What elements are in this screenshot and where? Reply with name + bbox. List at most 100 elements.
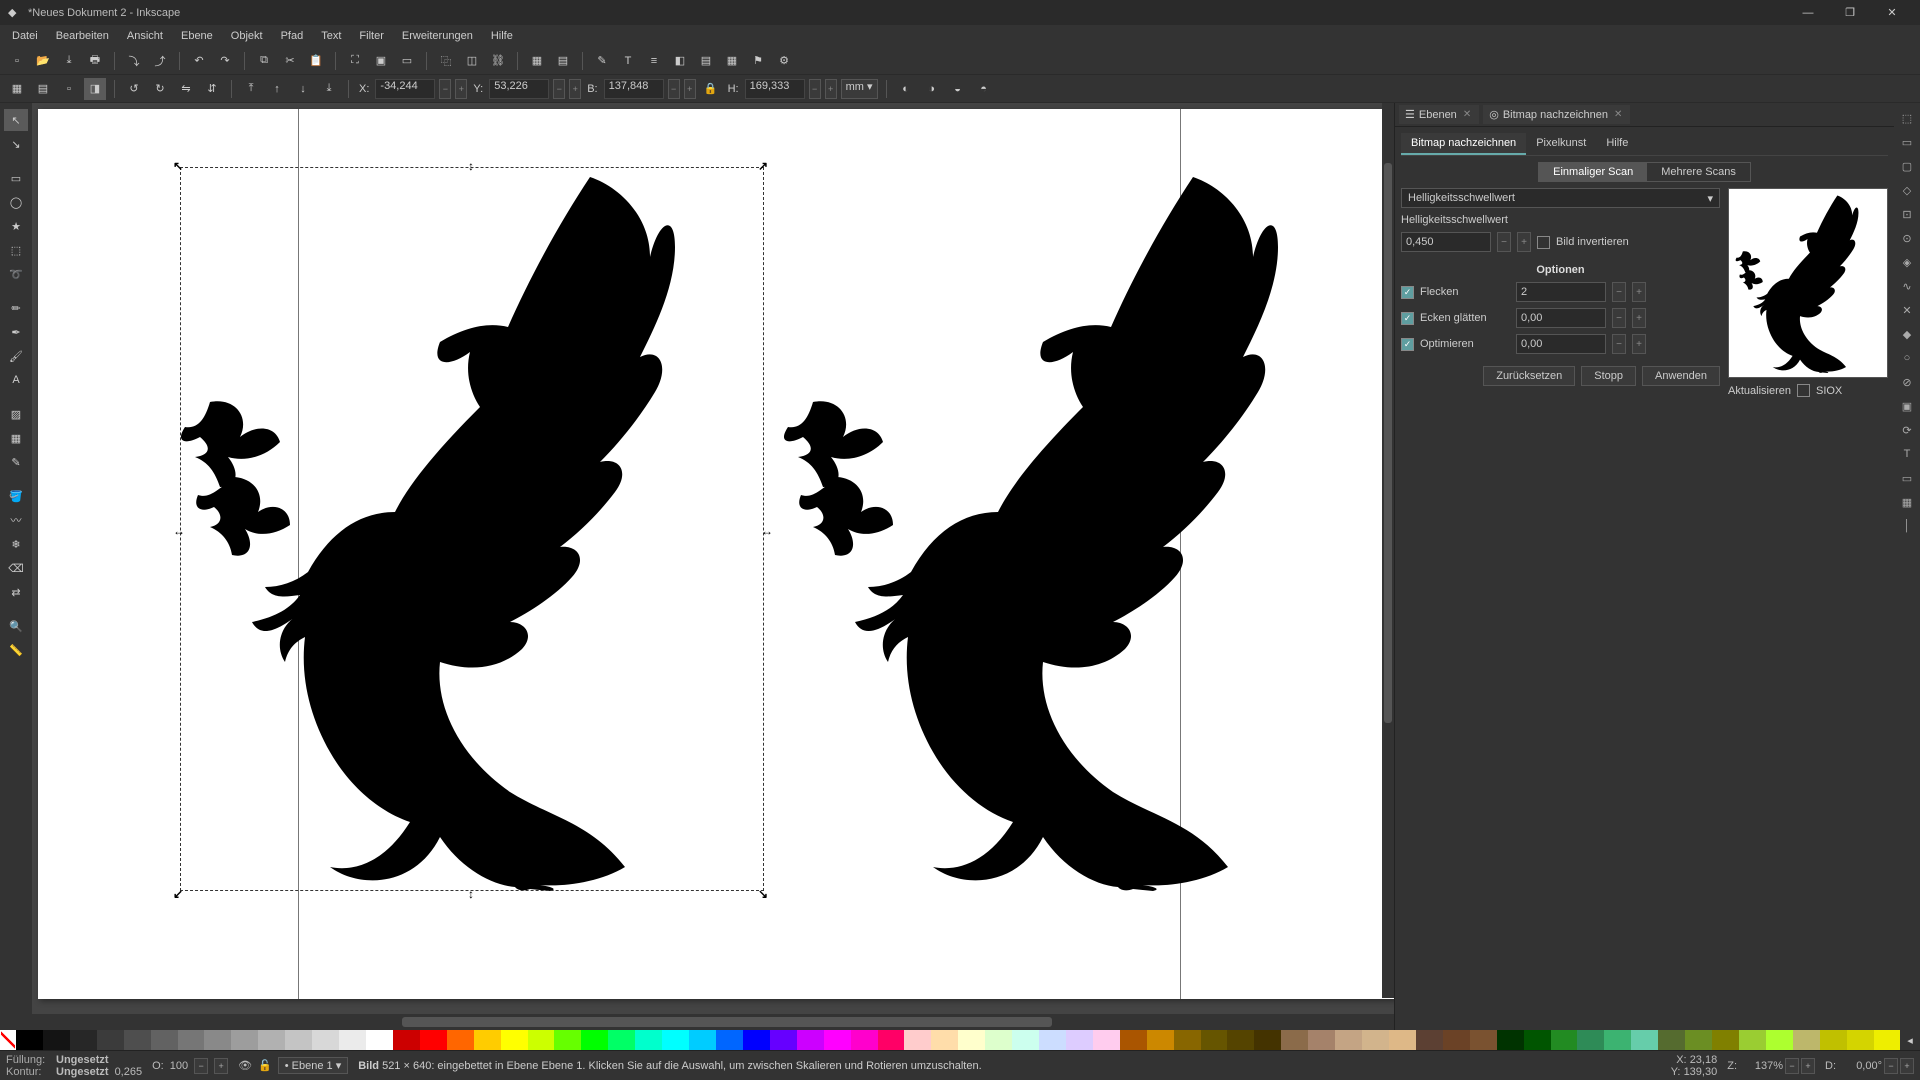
cut-button[interactable]: ✂: [279, 50, 301, 72]
affect-stroke-button[interactable]: ◐: [895, 78, 917, 100]
optimize-dec[interactable]: −: [1612, 334, 1626, 354]
y-input[interactable]: 53,226: [489, 79, 549, 99]
menu-datei[interactable]: Datei: [4, 28, 46, 44]
w-inc[interactable]: +: [684, 79, 696, 99]
rectangle-tool[interactable]: ▭: [4, 167, 28, 189]
copy-button[interactable]: ⧉: [253, 50, 275, 72]
color-swatch[interactable]: [931, 1030, 958, 1050]
connector-tool[interactable]: ⇄: [4, 581, 28, 603]
bezier-tool[interactable]: ✒: [4, 321, 28, 343]
color-swatch[interactable]: [124, 1030, 151, 1050]
select-layers-button[interactable]: ▤: [32, 78, 54, 100]
export-button[interactable]: ⤴: [149, 50, 171, 72]
color-swatch[interactable]: [689, 1030, 716, 1050]
resize-handle-sw[interactable]: ↙: [173, 887, 183, 897]
paintbucket-tool[interactable]: 🪣: [4, 485, 28, 507]
w-dec[interactable]: −: [668, 79, 680, 99]
deselect-button[interactable]: ▫: [58, 78, 80, 100]
optimize-inc[interactable]: +: [1632, 334, 1646, 354]
color-swatch[interactable]: [635, 1030, 662, 1050]
color-swatch[interactable]: [420, 1030, 447, 1050]
snap-mid[interactable]: ⊡: [1898, 205, 1916, 223]
close-tab-trace[interactable]: ✕: [1612, 109, 1624, 120]
threshold-dec[interactable]: −: [1497, 232, 1511, 252]
raise-button[interactable]: ↑: [266, 78, 288, 100]
color-swatch[interactable]: [474, 1030, 501, 1050]
select-all-button[interactable]: ▦: [6, 78, 28, 100]
siox-checkbox[interactable]: [1797, 384, 1810, 397]
node-tool[interactable]: ↘: [4, 133, 28, 155]
snap-node[interactable]: ◈: [1898, 253, 1916, 271]
smooth-checkbox[interactable]: ✓: [1401, 312, 1414, 325]
smooth-inc[interactable]: +: [1632, 308, 1646, 328]
palette-menu[interactable]: ◂: [1900, 1030, 1920, 1050]
color-swatch[interactable]: [1335, 1030, 1362, 1050]
w-input[interactable]: 137,848: [604, 79, 664, 99]
color-swatch[interactable]: [501, 1030, 528, 1050]
subtab-pixelart[interactable]: Pixelkunst: [1526, 133, 1596, 155]
toggle-selection-button[interactable]: ◨: [84, 78, 106, 100]
color-swatch[interactable]: [366, 1030, 393, 1050]
calligraphy-tool[interactable]: 🖌: [4, 345, 28, 367]
duplicate-button[interactable]: ⿻: [435, 50, 457, 72]
print-button[interactable]: 🖶: [84, 50, 106, 72]
h-inc[interactable]: +: [825, 79, 837, 99]
visibility-icon[interactable]: 👁: [238, 1059, 252, 1072]
color-swatch[interactable]: [770, 1030, 797, 1050]
reset-button[interactable]: Zurücksetzen: [1483, 366, 1575, 386]
color-swatch[interactable]: [608, 1030, 635, 1050]
color-swatch[interactable]: [528, 1030, 555, 1050]
undo-button[interactable]: ↶: [188, 50, 210, 72]
color-swatch[interactable]: [1308, 1030, 1335, 1050]
subtab-help[interactable]: Hilfe: [1596, 133, 1638, 155]
color-swatch[interactable]: [231, 1030, 258, 1050]
save-button[interactable]: ⤓: [58, 50, 80, 72]
snap-grid[interactable]: ▦: [1898, 493, 1916, 511]
color-swatch[interactable]: [1712, 1030, 1739, 1050]
dove-image-copy[interactable]: [783, 167, 1367, 891]
layer-selector[interactable]: • Ebene 1 ▾: [278, 1057, 348, 1074]
color-swatch[interactable]: [1874, 1030, 1901, 1050]
pencil-tool[interactable]: ✏: [4, 297, 28, 319]
snap-smooth[interactable]: ○: [1898, 349, 1916, 367]
vertical-scrollbar[interactable]: [1382, 103, 1394, 998]
resize-handle-e[interactable]: ↔: [761, 524, 771, 534]
resize-handle-nw[interactable]: ↖: [173, 159, 183, 169]
stroke-value[interactable]: Ungesetzt: [56, 1066, 109, 1078]
zoom-tool[interactable]: 🔍: [4, 615, 28, 637]
new-doc-button[interactable]: ▫: [6, 50, 28, 72]
tab-layers[interactable]: ☰ Ebenen ✕: [1399, 105, 1479, 124]
lower-bottom-button[interactable]: ⤓: [318, 78, 340, 100]
x-dec[interactable]: −: [439, 79, 451, 99]
apply-button[interactable]: Anwenden: [1642, 366, 1720, 386]
color-swatch[interactable]: [1093, 1030, 1120, 1050]
unlink-button[interactable]: ⛓: [487, 50, 509, 72]
canvas[interactable]: ↖ ↕ ↗ ↔ ↔ ↙ ↕ ↘ ↖⇲: [32, 103, 1394, 1014]
optimize-checkbox[interactable]: ✓: [1401, 338, 1414, 351]
color-swatch[interactable]: [1227, 1030, 1254, 1050]
snap-intersect[interactable]: ✕: [1898, 301, 1916, 319]
color-swatch[interactable]: [1551, 1030, 1578, 1050]
rot-dec[interactable]: −: [1884, 1058, 1898, 1074]
menu-filter[interactable]: Filter: [351, 28, 391, 44]
color-swatch[interactable]: [285, 1030, 312, 1050]
color-swatch[interactable]: [878, 1030, 905, 1050]
close-button[interactable]: ✕: [1872, 2, 1912, 24]
maximize-button[interactable]: ❐: [1830, 2, 1870, 24]
snap-bbox[interactable]: ▭: [1898, 133, 1916, 151]
color-swatch[interactable]: [1120, 1030, 1147, 1050]
flip-v-button[interactable]: ⇵: [201, 78, 223, 100]
snap-center[interactable]: ⊙: [1898, 229, 1916, 247]
lower-button[interactable]: ↓: [292, 78, 314, 100]
resize-handle-s[interactable]: ↕: [468, 887, 478, 897]
snap-page[interactable]: ▭: [1898, 469, 1916, 487]
resize-handle-w[interactable]: ↔: [173, 524, 183, 534]
color-swatch[interactable]: [851, 1030, 878, 1050]
tab-trace-bitmap[interactable]: ◎ Bitmap nachzeichnen ✕: [1483, 105, 1630, 124]
color-swatch[interactable]: [1443, 1030, 1470, 1050]
resize-handle-ne[interactable]: ↗: [758, 159, 768, 169]
color-swatch[interactable]: [1497, 1030, 1524, 1050]
mode-multi-scan[interactable]: Mehrere Scans: [1647, 163, 1750, 181]
snap-text[interactable]: T: [1898, 445, 1916, 463]
color-swatch[interactable]: [1362, 1030, 1389, 1050]
